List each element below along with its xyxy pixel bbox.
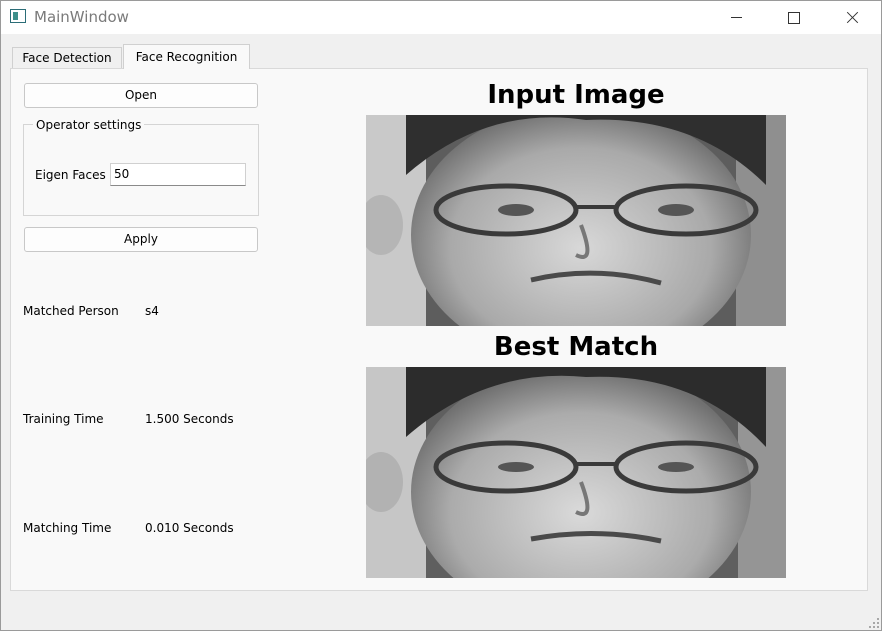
- maximize-button[interactable]: [765, 1, 823, 34]
- close-icon: [846, 11, 859, 24]
- open-button[interactable]: Open: [24, 83, 258, 108]
- maximize-icon: [788, 11, 800, 24]
- operator-settings-title: Operator settings: [33, 118, 145, 132]
- training-time-value: 1.500 Seconds: [145, 412, 234, 426]
- minimize-button[interactable]: [707, 1, 765, 34]
- eigen-faces-input[interactable]: 50: [110, 163, 246, 186]
- matching-time-value: 0.010 Seconds: [145, 521, 234, 535]
- app-icon: [10, 9, 26, 23]
- apply-button[interactable]: Apply: [24, 227, 258, 252]
- matched-person-value: s4: [145, 304, 159, 318]
- input-image-heading: Input Image: [487, 80, 665, 110]
- window-title: MainWindow: [34, 8, 129, 26]
- matched-person-label: Matched Person: [23, 304, 119, 318]
- minimize-icon: [730, 17, 742, 18]
- input-face-image: [366, 115, 786, 326]
- resize-grip-icon[interactable]: [869, 618, 879, 628]
- matching-time-label: Matching Time: [23, 521, 112, 535]
- training-time-label: Training Time: [23, 412, 104, 426]
- close-button[interactable]: [823, 1, 881, 34]
- title-bar[interactable]: MainWindow: [1, 1, 881, 34]
- eigen-faces-label: Eigen Faces: [35, 168, 106, 182]
- best-match-face-image: [366, 367, 786, 578]
- best-match-heading: Best Match: [493, 332, 659, 362]
- tab-face-detection[interactable]: Face Detection: [12, 47, 122, 68]
- tab-face-recognition[interactable]: Face Recognition: [123, 44, 250, 69]
